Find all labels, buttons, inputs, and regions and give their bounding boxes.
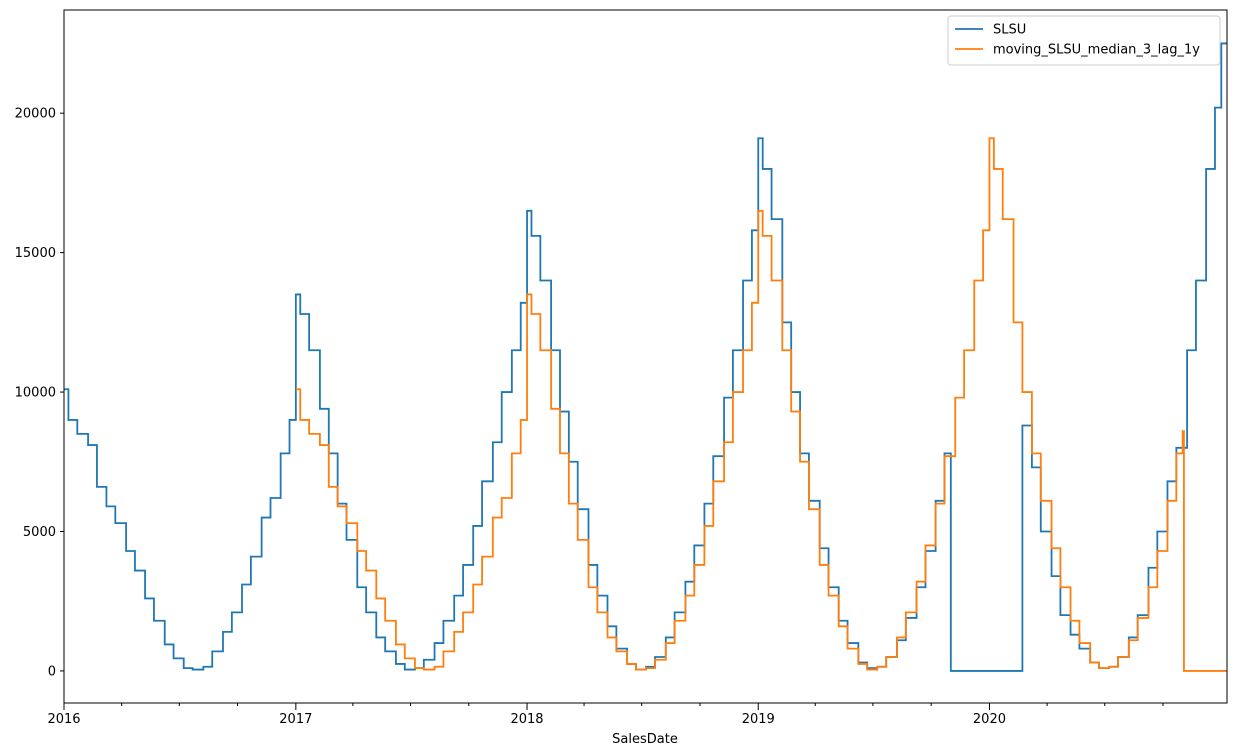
legend-label-slsu: SLSU xyxy=(993,23,1026,38)
x-tick-label: 2017 xyxy=(279,712,312,727)
x-tick-label: 2020 xyxy=(973,712,1006,727)
y-tick-label: 20000 xyxy=(15,107,56,122)
legend-box xyxy=(947,15,1221,66)
x-tick-label: 2016 xyxy=(47,712,80,727)
legend: SLSU moving_SLSU_median_3_lag_1y xyxy=(947,15,1221,66)
series-line-moving-slsu-median-3-lag-1y xyxy=(295,137,1227,672)
series-line-slsu xyxy=(64,42,1227,672)
y-tick-label: 0 xyxy=(48,664,56,679)
y-tick-label: 5000 xyxy=(23,525,56,540)
series-layer xyxy=(64,42,1227,672)
x-axis-ticks: 2016 2017 2018 2019 2020 xyxy=(47,703,1006,727)
y-tick-label: 10000 xyxy=(15,386,56,401)
plot-frame xyxy=(63,9,1228,704)
legend-label-moving-median: moving_SLSU_median_3_lag_1y xyxy=(993,43,1200,58)
x-tick-label: 2019 xyxy=(742,712,775,727)
line-chart: 2016 2017 2018 2019 2020 0 5000 10000 15000 2000… xyxy=(15,9,1228,747)
y-tick-label: 15000 xyxy=(15,246,56,261)
y-axis-ticks: 0 5000 10000 15000 20000 xyxy=(15,107,64,679)
x-axis-label: SalesDate xyxy=(612,732,678,747)
x-tick-label: 2018 xyxy=(510,712,543,727)
